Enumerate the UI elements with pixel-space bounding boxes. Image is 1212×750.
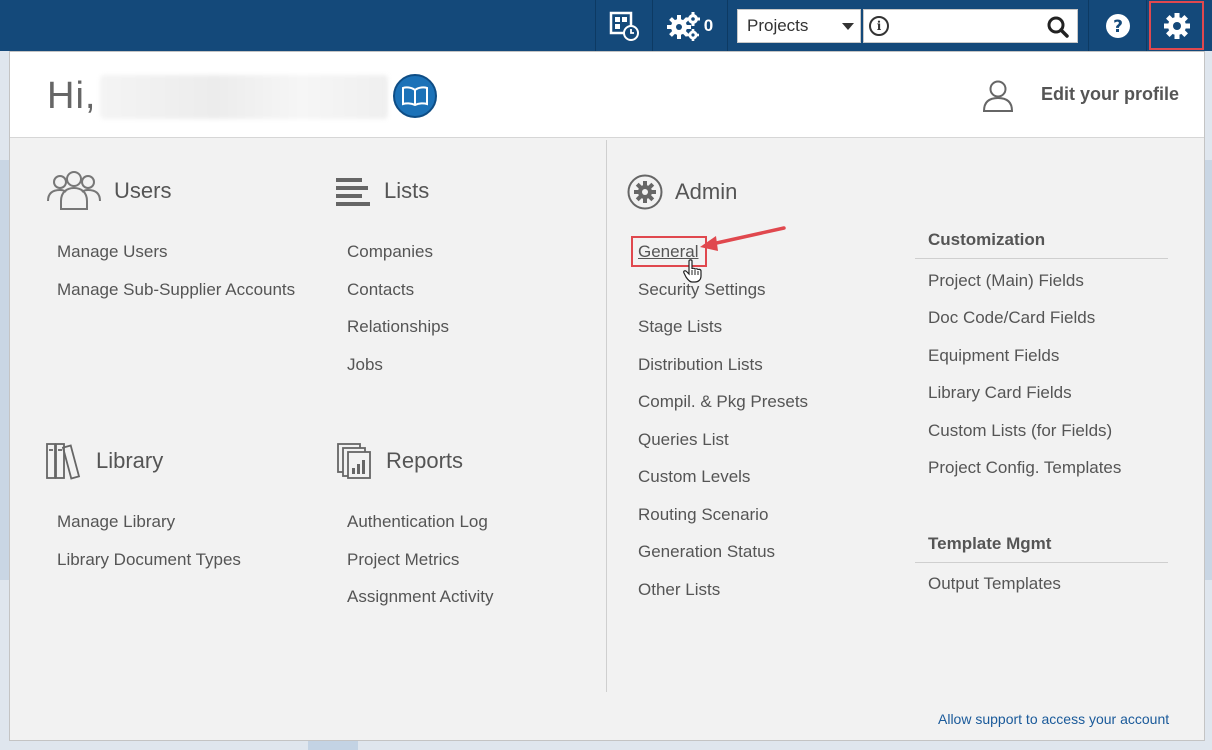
manage-users-link[interactable]: Manage Users [57, 242, 168, 262]
divider [1146, 0, 1147, 51]
background-page [1205, 160, 1212, 580]
search-input[interactable] [894, 14, 1044, 38]
help-icon[interactable]: ? [1089, 0, 1146, 51]
section-title: Reports [386, 448, 464, 473]
jobs-count: 0 [703, 15, 714, 35]
book-icon[interactable] [393, 74, 437, 118]
doc-code-card-fields-link[interactable]: Doc Code/Card Fields [928, 308, 1095, 328]
queries-list-link[interactable]: Queries List [638, 430, 729, 450]
annotation-arrow-icon [700, 226, 786, 251]
relationships-link[interactable]: Relationships [347, 317, 449, 337]
contacts-link[interactable]: Contacts [347, 280, 414, 300]
library-section-title: Library [46, 442, 163, 480]
info-icon[interactable]: i [869, 16, 889, 36]
top-navigation-bar: 0 Projects i ? [0, 0, 1212, 51]
admin-gear-icon [627, 174, 663, 210]
section-title: Library [96, 448, 164, 473]
custom-levels-link[interactable]: Custom Levels [638, 467, 750, 487]
jobs-link[interactable]: Jobs [347, 355, 383, 375]
allow-support-access-link[interactable]: Allow support to access your account [938, 711, 1169, 727]
settings-gear-icon[interactable] [1149, 1, 1204, 50]
library-books-icon [46, 443, 81, 480]
section-title: Lists [384, 178, 430, 203]
section-title: Users [114, 178, 172, 203]
profile-header: Hi, Edit your profile [10, 52, 1204, 138]
library-document-types-link[interactable]: Library Document Types [57, 550, 241, 570]
background-page [0, 160, 9, 580]
compil-pkg-presets-link[interactable]: Compil. & Pkg Presets [638, 392, 808, 412]
reports-document-icon [337, 443, 371, 479]
jobs-gears-button[interactable]: 0 [653, 0, 727, 51]
routing-scenario-link[interactable]: Routing Scenario [638, 505, 768, 525]
search-box: i [863, 9, 1078, 43]
project-type-select[interactable]: Projects [737, 9, 861, 43]
project-main-fields-link[interactable]: Project (Main) Fields [928, 271, 1084, 291]
lists-section-title: Lists [336, 176, 429, 206]
project-config-templates-link[interactable]: Project Config. Templates [928, 458, 1121, 478]
user-profile-icon[interactable] [981, 79, 1015, 113]
stage-lists-link[interactable]: Stage Lists [638, 317, 722, 337]
edit-profile-link[interactable]: Edit your profile [1041, 84, 1179, 105]
gears-icon [666, 11, 700, 41]
library-card-fields-link[interactable]: Library Card Fields [928, 383, 1072, 403]
divider [915, 258, 1168, 259]
customization-heading: Customization [928, 230, 1046, 249]
divider [727, 0, 728, 51]
column-divider [606, 140, 607, 692]
project-type-value: Projects [747, 16, 809, 35]
companies-link[interactable]: Companies [347, 242, 433, 262]
output-templates-link[interactable]: Output Templates [928, 574, 1061, 594]
svg-text:?: ? [1113, 17, 1123, 37]
authentication-log-link[interactable]: Authentication Log [347, 512, 488, 532]
template-mgmt-heading: Template Mgmt [928, 534, 1052, 553]
chevron-down-icon [842, 23, 854, 30]
distribution-lists-link[interactable]: Distribution Lists [638, 355, 763, 375]
user-name-redacted [100, 75, 388, 119]
list-lines-icon [336, 178, 370, 206]
custom-lists-for-fields-link[interactable]: Custom Lists (for Fields) [928, 421, 1112, 441]
assignment-activity-link[interactable]: Assignment Activity [347, 587, 493, 607]
reports-section-title: Reports [336, 442, 463, 480]
manage-sub-supplier-accounts-link[interactable]: Manage Sub-Supplier Accounts [57, 280, 295, 300]
background-page [308, 741, 358, 750]
divider [915, 562, 1168, 563]
generation-status-link[interactable]: Generation Status [638, 542, 775, 562]
search-icon[interactable] [1047, 16, 1069, 38]
dashboard-clock-icon[interactable] [596, 0, 652, 51]
security-settings-link[interactable]: Security Settings [638, 280, 766, 300]
greeting: Hi, [47, 75, 97, 117]
equipment-fields-link[interactable]: Equipment Fields [928, 346, 1059, 366]
users-icon [47, 171, 101, 210]
project-metrics-link[interactable]: Project Metrics [347, 550, 459, 570]
manage-library-link[interactable]: Manage Library [57, 512, 175, 532]
section-title: Admin [675, 179, 738, 204]
admin-section-title: Admin [627, 174, 737, 210]
settings-menu-panel: Hi, Edit your profile Users Manage Users… [9, 51, 1205, 741]
other-lists-link[interactable]: Other Lists [638, 580, 720, 600]
users-section-title: Users [46, 171, 171, 211]
